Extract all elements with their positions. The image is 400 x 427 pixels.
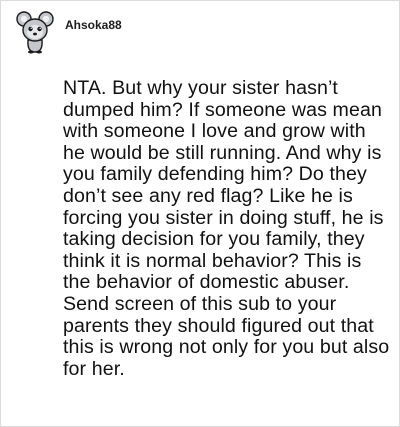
comment-body-text: NTA. But why your sister hasn’t dumped h…: [63, 77, 390, 380]
comment-header: Ahsoka88: [15, 9, 122, 55]
comment-username[interactable]: Ahsoka88: [65, 18, 122, 32]
snoo-avatar-icon[interactable]: [15, 10, 55, 54]
comment-card: Ahsoka88 NTA. But why your sister hasn’t…: [0, 0, 400, 427]
